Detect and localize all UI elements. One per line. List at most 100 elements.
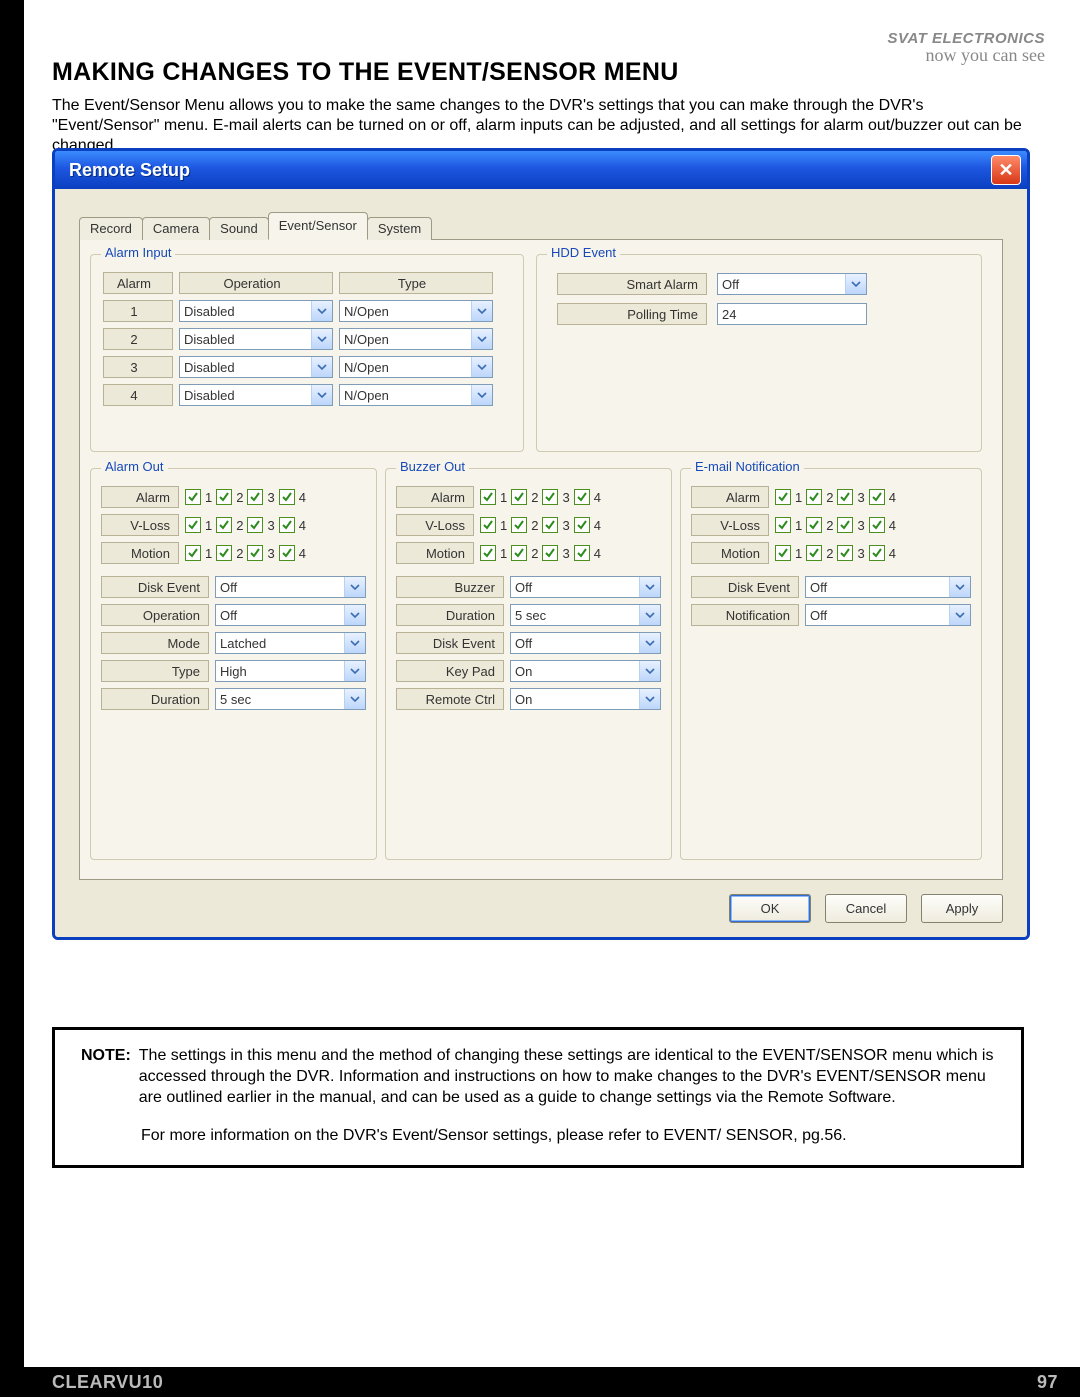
- checkbox[interactable]: [869, 517, 885, 533]
- intro-paragraph: The Event/Sensor Menu allows you to make…: [52, 96, 1022, 156]
- check-row: Alarm1234: [681, 483, 981, 511]
- checkbox[interactable]: [247, 545, 263, 561]
- checkbox[interactable]: [837, 517, 853, 533]
- checkbox[interactable]: [216, 517, 232, 533]
- combo-smart-alarm[interactable]: Off: [717, 273, 867, 295]
- combo-type[interactable]: N/Open: [339, 356, 493, 378]
- checkbox-label: 4: [299, 546, 306, 561]
- checkbox[interactable]: [806, 545, 822, 561]
- option-combo[interactable]: Off: [805, 576, 971, 598]
- checkbox[interactable]: [542, 545, 558, 561]
- alarm-input-row: 3DisabledN/Open: [91, 353, 523, 381]
- checkbox[interactable]: [542, 517, 558, 533]
- tab-camera[interactable]: Camera: [142, 217, 210, 240]
- checkbox[interactable]: [247, 489, 263, 505]
- checkbox[interactable]: [574, 545, 590, 561]
- option-combo[interactable]: Off: [805, 604, 971, 626]
- value-operation: Disabled: [180, 332, 235, 347]
- option-value: 5 sec: [216, 692, 251, 707]
- option-combo[interactable]: Off: [510, 632, 661, 654]
- close-button[interactable]: ✕: [991, 155, 1021, 185]
- checkbox[interactable]: [806, 517, 822, 533]
- cancel-button[interactable]: Cancel: [825, 894, 907, 923]
- checkbox[interactable]: [542, 489, 558, 505]
- option-combo[interactable]: Off: [510, 576, 661, 598]
- checkbox[interactable]: [480, 545, 496, 561]
- check-row: Alarm1234: [386, 483, 671, 511]
- check-row-label: Motion: [691, 542, 769, 564]
- check-row-label: V-Loss: [101, 514, 179, 536]
- checkbox[interactable]: [837, 545, 853, 561]
- legend-alarm-out: Alarm Out: [101, 459, 168, 474]
- checkbox[interactable]: [279, 545, 295, 561]
- combo-type[interactable]: N/Open: [339, 328, 493, 350]
- combo-operation[interactable]: Disabled: [179, 300, 333, 322]
- checkbox[interactable]: [279, 517, 295, 533]
- checkbox[interactable]: [185, 489, 201, 505]
- combo-operation[interactable]: Disabled: [179, 328, 333, 350]
- checkbox-label: 3: [267, 546, 274, 561]
- option-combo[interactable]: 5 sec: [215, 688, 366, 710]
- checkbox[interactable]: [185, 517, 201, 533]
- checkbox[interactable]: [480, 517, 496, 533]
- chevron-down-icon: [949, 577, 970, 597]
- tab-event-sensor[interactable]: Event/Sensor: [268, 212, 368, 240]
- checkbox[interactable]: [279, 489, 295, 505]
- checkbox[interactable]: [216, 489, 232, 505]
- option-label: Duration: [101, 688, 209, 710]
- page-footer: CLEARVU10 97: [0, 1367, 1080, 1397]
- option-label: Disk Event: [101, 576, 209, 598]
- option-combo[interactable]: Off: [215, 604, 366, 626]
- chevron-down-icon: [639, 633, 660, 653]
- dialog-button-row: OK Cancel Apply: [79, 894, 1003, 923]
- checkbox[interactable]: [806, 489, 822, 505]
- checkbox[interactable]: [247, 517, 263, 533]
- checkbox[interactable]: [775, 545, 791, 561]
- combo-operation[interactable]: Disabled: [179, 384, 333, 406]
- combo-type[interactable]: N/Open: [339, 384, 493, 406]
- option-combo[interactable]: Off: [215, 576, 366, 598]
- combo-operation[interactable]: Disabled: [179, 356, 333, 378]
- value-smart-alarm: Off: [718, 277, 739, 292]
- check-row: Motion1234: [386, 539, 671, 567]
- option-combo[interactable]: 5 sec: [510, 604, 661, 626]
- checkbox-label: 2: [236, 546, 243, 561]
- checkbox[interactable]: [775, 517, 791, 533]
- combo-type[interactable]: N/Open: [339, 300, 493, 322]
- tab-record[interactable]: Record: [79, 217, 143, 240]
- checkbox[interactable]: [869, 489, 885, 505]
- option-value: High: [216, 664, 247, 679]
- chevron-down-icon: [639, 605, 660, 625]
- input-polling-time[interactable]: 24: [717, 303, 867, 325]
- apply-button[interactable]: Apply: [921, 894, 1003, 923]
- option-value: Latched: [216, 636, 266, 651]
- window-titlebar[interactable]: Remote Setup ✕: [55, 151, 1027, 189]
- client-area: Record Camera Sound Event/Sensor System …: [55, 189, 1027, 937]
- tab-system[interactable]: System: [367, 217, 432, 240]
- chevron-down-icon: [311, 357, 332, 377]
- checkbox[interactable]: [216, 545, 232, 561]
- checkbox[interactable]: [574, 517, 590, 533]
- page-heading: MAKING CHANGES TO THE EVENT/SENSOR MENU: [52, 58, 679, 87]
- option-combo[interactable]: Latched: [215, 632, 366, 654]
- option-row: OperationOff: [91, 601, 376, 629]
- checkbox-label: 1: [795, 490, 802, 505]
- label-smart-alarm: Smart Alarm: [557, 273, 707, 295]
- checkbox[interactable]: [185, 545, 201, 561]
- checkbox[interactable]: [574, 489, 590, 505]
- checkbox[interactable]: [480, 489, 496, 505]
- checkbox[interactable]: [869, 545, 885, 561]
- checkbox[interactable]: [775, 489, 791, 505]
- checkbox[interactable]: [511, 489, 527, 505]
- option-combo[interactable]: High: [215, 660, 366, 682]
- check-row: V-Loss1234: [91, 511, 376, 539]
- option-combo[interactable]: On: [510, 688, 661, 710]
- checkbox-label: 1: [500, 490, 507, 505]
- checkbox[interactable]: [511, 545, 527, 561]
- tab-sound[interactable]: Sound: [209, 217, 269, 240]
- option-combo[interactable]: On: [510, 660, 661, 682]
- option-value: Off: [216, 580, 237, 595]
- checkbox[interactable]: [837, 489, 853, 505]
- checkbox[interactable]: [511, 517, 527, 533]
- ok-button[interactable]: OK: [729, 894, 811, 923]
